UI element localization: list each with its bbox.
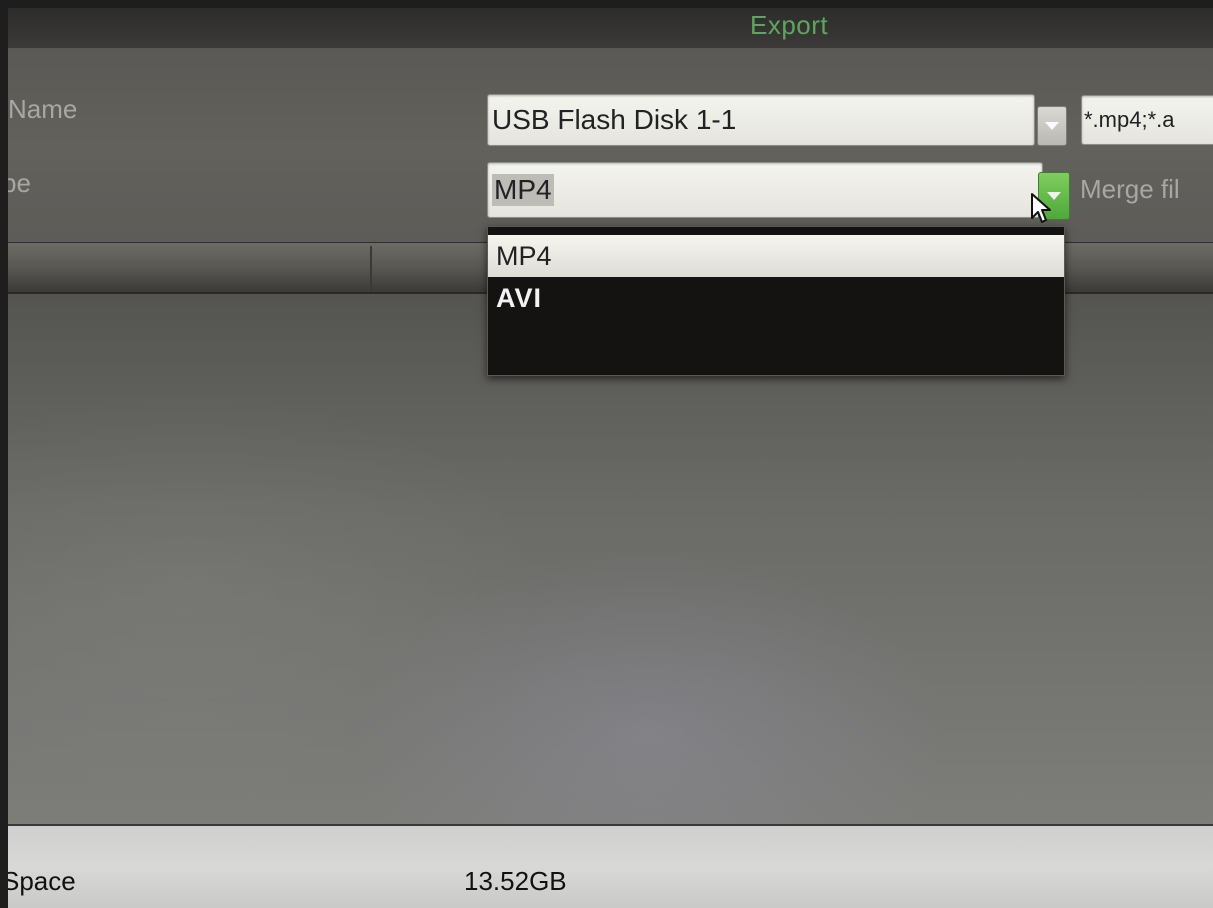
- file-type-select[interactable]: MP4: [487, 162, 1043, 218]
- dropdown-option-avi[interactable]: AVI: [488, 277, 1064, 319]
- device-name-select[interactable]: USB Flash Disk 1-1: [487, 94, 1035, 146]
- chevron-down-icon: [1045, 122, 1059, 130]
- file-filter-field[interactable]: *.mp4;*.a: [1081, 95, 1213, 145]
- mouse-pointer-icon: [1031, 193, 1051, 223]
- column-divider[interactable]: [370, 246, 372, 292]
- dropdown-option-label: AVI: [496, 282, 543, 313]
- title-bar: Export: [8, 8, 1213, 48]
- file-filter-value: *.mp4;*.a: [1084, 107, 1175, 132]
- file-type-label: pe: [8, 168, 31, 198]
- free-space-value: 13.52GB: [464, 866, 567, 896]
- dialog-title: Export: [750, 10, 829, 40]
- status-bar: Space 13.52GB: [8, 824, 1213, 908]
- file-type-value: MP4: [492, 174, 554, 206]
- dropdown-option-label: MP4: [496, 240, 552, 271]
- merge-files-label: Merge fil: [1080, 174, 1180, 204]
- dropdown-option-mp4[interactable]: MP4: [488, 235, 1064, 277]
- file-type-dropdown-menu: MP4 AVI: [487, 226, 1065, 376]
- export-dialog: Export Name USB Flash Disk 1-1 *.mp4;*.a…: [8, 8, 1213, 908]
- device-name-label: Name: [8, 94, 78, 124]
- device-dropdown-button[interactable]: [1037, 106, 1067, 146]
- device-name-value: USB Flash Disk 1-1: [492, 104, 737, 135]
- free-space-label: Space: [8, 866, 76, 896]
